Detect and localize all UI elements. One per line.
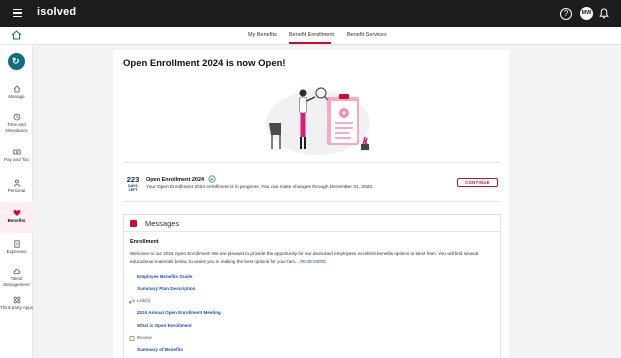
bell-icon[interactable] [599, 8, 609, 19]
active-tab-indicator [289, 42, 331, 44]
review-group-label: Review [137, 335, 152, 340]
money-icon [12, 149, 21, 155]
read-more-link[interactable]: READ MORE [300, 259, 326, 264]
sidebar-item-label: Time and Attendance [5, 122, 28, 133]
what-is-open-enrollment-link[interactable]: What is Open Enrollment [137, 323, 192, 328]
divider [123, 201, 501, 202]
sidebar-item-time-and-attendance[interactable]: Time and Attendance [0, 113, 33, 134]
enrollment-description: Your Open Enrollment 2024 enrollment is … [146, 185, 374, 190]
tabs: My Benefits Benefit Enrollment Benefit S… [0, 27, 621, 45]
enrollment-title: Open Enrollment 2024 [146, 177, 205, 183]
apps-icon [13, 296, 20, 304]
sidebar-item-label: Personal [7, 188, 26, 193]
main-content: Open Enrollment 2024 is now Open! 223 DA… [113, 50, 509, 358]
page-title: Open Enrollment 2024 is now Open! [123, 58, 286, 69]
person-icon [13, 179, 20, 187]
sidebar-item-benefits[interactable]: Benefits [0, 209, 33, 224]
document-icon [129, 336, 135, 341]
sidebar-item-manage[interactable]: Manage [0, 85, 33, 100]
messages-section-title: Enrollment [130, 239, 159, 245]
annual-open-enrollment-meeting-link[interactable]: 2024 Annual Open Enrollment Meeting [137, 310, 221, 315]
brand-logo: isolved [37, 6, 77, 18]
sidebar-item-label: Third-party Apps [0, 305, 34, 310]
sidebar-item-pay-and-tax[interactable]: Pay and Tax [0, 148, 33, 163]
message-icon [130, 220, 137, 227]
hamburger-menu-icon[interactable] [13, 9, 22, 17]
messages-header: Messages [124, 215, 500, 232]
summary-of-benefits-link[interactable]: Summary of Benefits [137, 347, 183, 352]
sidebar-item-label: Talent Management [3, 276, 30, 287]
days-left-number: 223 [126, 175, 140, 184]
divider [123, 162, 501, 163]
links-group-label: Link(s) [137, 298, 151, 303]
link-icon [129, 299, 135, 304]
continue-button[interactable]: CONTINUE [457, 178, 498, 187]
sidebar-item-label: Pay and Tax [4, 157, 29, 162]
tab-benefit-services[interactable]: Benefit Services [347, 32, 387, 38]
tab-my-benefits[interactable]: My Benefits [248, 32, 277, 38]
messages-title: Messages [145, 219, 180, 228]
messages-body: Welcome to our 2024 Open Enrollment! We … [130, 250, 496, 265]
heart-icon [12, 210, 21, 216]
sidebar-item-label: Benefits [7, 218, 26, 223]
sidebar-item-talent-management[interactable]: Talent Management [0, 267, 33, 288]
avatar[interactable]: MW [580, 7, 593, 20]
enrollment-illustration [266, 87, 370, 155]
top-bar: isolved ? MW [0, 0, 621, 27]
sidebar: ↻ Manage Time and Attendance Pay and Tax… [0, 45, 33, 358]
sidebar-item-expenses[interactable]: Expenses [0, 240, 33, 255]
help-icon[interactable]: ? [560, 8, 572, 20]
sub-navigation: My Benefits Benefit Enrollment Benefit S… [0, 27, 621, 45]
company-logo-icon[interactable]: ↻ [8, 53, 25, 70]
sidebar-item-third-party-apps[interactable]: Third-party Apps [0, 296, 33, 311]
sidebar-item-label: Expenses [6, 249, 27, 254]
check-circle-icon [208, 175, 216, 183]
employee-benefits-guide-link[interactable]: Employee Benefits Guide [137, 274, 192, 279]
summary-plan-description-link[interactable]: Summary Plan Description [137, 286, 195, 291]
days-left-counter: 223 DAYS LEFT [125, 175, 141, 193]
sidebar-item-personal[interactable]: Personal [0, 179, 33, 194]
tab-benefit-enrollment[interactable]: Benefit Enrollment [289, 32, 334, 38]
house-icon [13, 85, 20, 93]
receipt-icon [13, 240, 20, 248]
messages-panel: Messages Enrollment Welcome to our 2024 … [123, 214, 501, 358]
cloud-icon [12, 269, 20, 274]
clock-icon [13, 113, 20, 121]
days-left-label: DAYS LEFT [128, 184, 138, 192]
sidebar-item-label: Manage [8, 94, 25, 99]
